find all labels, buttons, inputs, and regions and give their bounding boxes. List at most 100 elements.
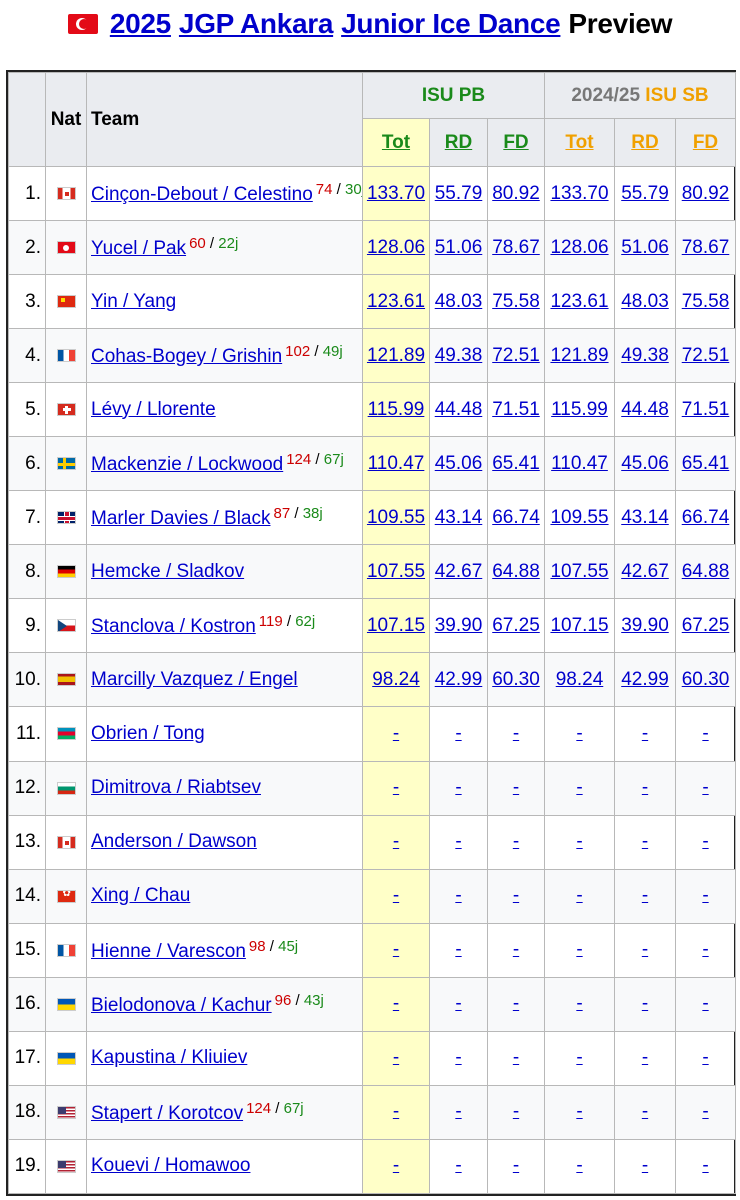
score-link[interactable]: 44.48: [621, 399, 669, 420]
score-link[interactable]: -: [702, 939, 708, 960]
score-link[interactable]: -: [642, 723, 648, 744]
score-link[interactable]: -: [702, 993, 708, 1014]
score-link[interactable]: -: [513, 1101, 519, 1122]
score-link[interactable]: 39.90: [435, 615, 483, 636]
score-link[interactable]: -: [702, 1101, 708, 1122]
team-link[interactable]: Bielodonova / Kachur: [91, 995, 272, 1016]
sb-rd-header[interactable]: RD: [614, 118, 676, 167]
team-link[interactable]: Marler Davies / Black: [91, 508, 271, 529]
team-link[interactable]: Anderson / Dawson: [91, 831, 257, 852]
team-link[interactable]: Yin / Yang: [91, 291, 176, 312]
score-link[interactable]: 39.90: [621, 615, 669, 636]
score-link[interactable]: 66.74: [682, 507, 730, 528]
sort-sb-rd-link[interactable]: RD: [631, 132, 658, 153]
score-link[interactable]: 107.55: [550, 561, 608, 582]
team-link[interactable]: Stanclova / Kostron: [91, 616, 256, 637]
score-link[interactable]: 67.25: [492, 615, 540, 636]
team-link[interactable]: Marcilly Vazquez / Engel: [91, 669, 298, 690]
score-link[interactable]: -: [393, 1155, 399, 1176]
score-link[interactable]: -: [642, 885, 648, 906]
score-link[interactable]: 75.58: [682, 291, 730, 312]
sort-pb-fd-link[interactable]: FD: [503, 132, 528, 153]
score-link[interactable]: -: [455, 723, 461, 744]
team-link[interactable]: Hienne / Varescon: [91, 941, 246, 962]
team-link[interactable]: Stapert / Korotcov: [91, 1103, 243, 1124]
score-link[interactable]: 78.67: [682, 237, 730, 258]
score-link[interactable]: -: [513, 993, 519, 1014]
sb-tot-header[interactable]: Tot: [544, 118, 615, 167]
sort-sb-tot-link[interactable]: Tot: [565, 132, 593, 153]
score-link[interactable]: -: [576, 939, 582, 960]
team-link[interactable]: Obrien / Tong: [91, 723, 205, 744]
score-link[interactable]: -: [702, 723, 708, 744]
score-link[interactable]: 98.24: [556, 669, 604, 690]
score-link[interactable]: 98.24: [372, 669, 420, 690]
score-link[interactable]: 107.15: [367, 615, 425, 636]
score-link[interactable]: -: [576, 993, 582, 1014]
team-link[interactable]: Lévy / Llorente: [91, 399, 216, 420]
score-link[interactable]: -: [576, 1155, 582, 1176]
score-link[interactable]: 48.03: [621, 291, 669, 312]
score-link[interactable]: -: [393, 1101, 399, 1122]
score-link[interactable]: -: [576, 1101, 582, 1122]
score-link[interactable]: 80.92: [492, 183, 540, 204]
score-link[interactable]: -: [455, 885, 461, 906]
score-link[interactable]: 42.67: [435, 561, 483, 582]
pb-rd-header[interactable]: RD: [429, 118, 488, 167]
score-link[interactable]: 123.61: [367, 291, 425, 312]
event-link[interactable]: JGP Ankara: [179, 8, 334, 40]
team-link[interactable]: Xing / Chau: [91, 885, 190, 906]
score-link[interactable]: -: [642, 1101, 648, 1122]
sort-pb-rd-link[interactable]: RD: [445, 132, 472, 153]
score-link[interactable]: -: [455, 1101, 461, 1122]
score-link[interactable]: -: [702, 831, 708, 852]
team-link[interactable]: Dimitrova / Riabtsev: [91, 777, 261, 798]
score-link[interactable]: -: [393, 885, 399, 906]
score-link[interactable]: 72.51: [492, 345, 540, 366]
score-link[interactable]: -: [642, 993, 648, 1014]
score-link[interactable]: 109.55: [550, 507, 608, 528]
score-link[interactable]: -: [642, 1047, 648, 1068]
score-link[interactable]: -: [393, 831, 399, 852]
score-link[interactable]: -: [513, 1155, 519, 1176]
score-link[interactable]: -: [393, 939, 399, 960]
team-link[interactable]: Yucel / Pak: [91, 238, 186, 259]
score-link[interactable]: 75.58: [492, 291, 540, 312]
score-link[interactable]: 51.06: [621, 237, 669, 258]
score-link[interactable]: 42.67: [621, 561, 669, 582]
score-link[interactable]: 45.06: [435, 453, 483, 474]
score-link[interactable]: -: [702, 777, 708, 798]
score-link[interactable]: 43.14: [435, 507, 483, 528]
score-link[interactable]: 43.14: [621, 507, 669, 528]
score-link[interactable]: 123.61: [550, 291, 608, 312]
sort-sb-fd-link[interactable]: FD: [693, 132, 718, 153]
score-link[interactable]: 71.51: [492, 399, 540, 420]
score-link[interactable]: 72.51: [682, 345, 730, 366]
score-link[interactable]: -: [702, 1155, 708, 1176]
score-link[interactable]: 66.74: [492, 507, 540, 528]
score-link[interactable]: -: [455, 939, 461, 960]
score-link[interactable]: 133.70: [550, 183, 608, 204]
score-link[interactable]: 45.06: [621, 453, 669, 474]
score-link[interactable]: 65.41: [682, 453, 730, 474]
score-link[interactable]: -: [576, 1047, 582, 1068]
score-link[interactable]: -: [393, 993, 399, 1014]
pb-tot-header[interactable]: Tot: [362, 118, 430, 167]
score-link[interactable]: -: [455, 777, 461, 798]
score-link[interactable]: -: [393, 723, 399, 744]
score-link[interactable]: -: [513, 831, 519, 852]
score-link[interactable]: 51.06: [435, 237, 483, 258]
score-link[interactable]: -: [702, 885, 708, 906]
score-link[interactable]: 115.99: [368, 399, 425, 420]
score-link[interactable]: -: [393, 777, 399, 798]
score-link[interactable]: 121.89: [550, 345, 608, 366]
score-link[interactable]: 110.47: [368, 453, 425, 474]
score-link[interactable]: 55.79: [621, 183, 669, 204]
score-link[interactable]: -: [576, 777, 582, 798]
score-link[interactable]: -: [513, 939, 519, 960]
score-link[interactable]: -: [455, 993, 461, 1014]
score-link[interactable]: 71.51: [682, 399, 730, 420]
score-link[interactable]: 107.55: [367, 561, 425, 582]
score-link[interactable]: 55.79: [435, 183, 483, 204]
score-link[interactable]: 133.70: [367, 183, 425, 204]
